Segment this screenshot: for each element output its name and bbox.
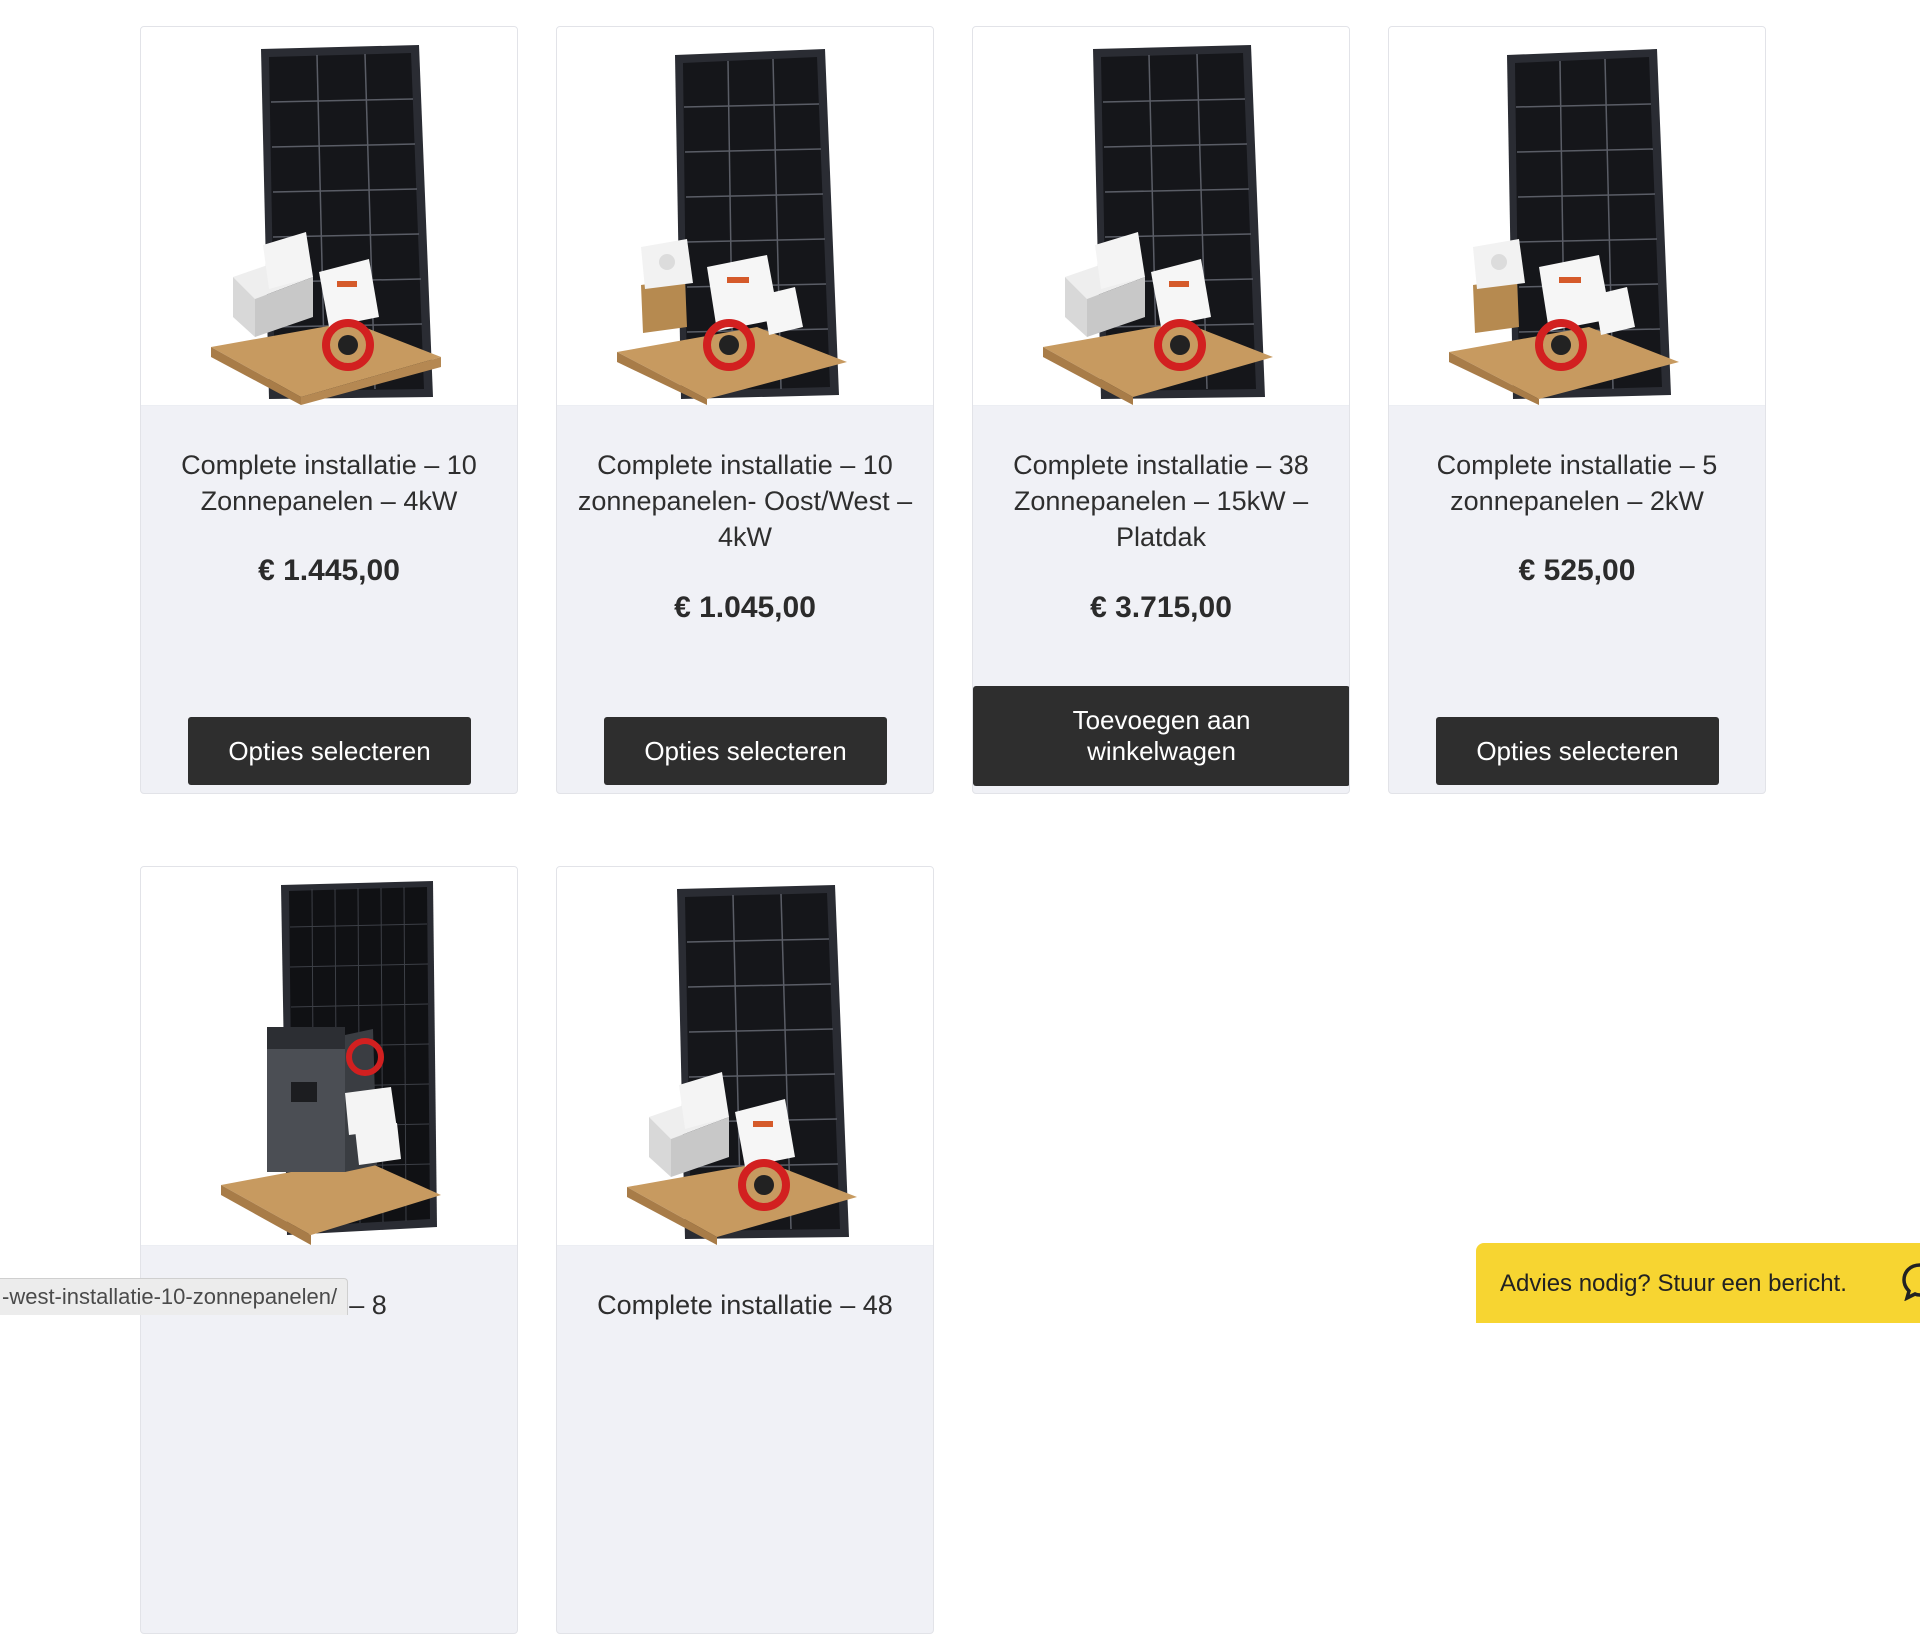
- select-options-button[interactable]: Opties selecteren: [604, 717, 887, 785]
- solar-kit-image: [627, 885, 857, 1245]
- add-to-cart-button[interactable]: Toevoegen aan winkelwagen: [973, 686, 1349, 786]
- product-image[interactable]: [141, 867, 517, 1246]
- product-image[interactable]: [141, 27, 517, 406]
- product-card[interactable]: Complete installatie – 10 Zonnepanelen –…: [140, 26, 518, 794]
- product-card[interactable]: allatie – 8: [140, 866, 518, 1634]
- solar-kit-image: [211, 45, 441, 405]
- select-options-button[interactable]: Opties selecteren: [1436, 717, 1719, 785]
- solar-battery-kit-image: [221, 881, 441, 1245]
- product-price: € 1.445,00: [258, 554, 400, 587]
- product-title[interactable]: Complete installatie – 10 zonnepanelen- …: [563, 447, 927, 555]
- product-image[interactable]: [557, 867, 933, 1246]
- chat-bubble-icon[interactable]: [1900, 1261, 1920, 1301]
- product-card[interactable]: Complete installatie – 5 zonnepanelen – …: [1388, 26, 1766, 794]
- product-image[interactable]: [557, 27, 933, 406]
- solar-kit-image: [617, 49, 847, 405]
- product-card[interactable]: Complete installatie – 10 zonnepanelen- …: [556, 26, 934, 794]
- solar-kit-image: [1449, 49, 1679, 405]
- product-title[interactable]: Complete installatie – 48: [563, 1287, 927, 1323]
- product-price: € 525,00: [1518, 554, 1636, 587]
- product-image[interactable]: [1389, 27, 1765, 406]
- product-price: € 1.045,00: [674, 591, 816, 624]
- product-price: € 3.715,00: [1090, 591, 1232, 624]
- product-title[interactable]: Complete installatie – 10 Zonnepanelen –…: [147, 447, 511, 519]
- chat-widget[interactable]: Advies nodig? Stuur een bericht.: [1476, 1243, 1920, 1323]
- select-options-button[interactable]: Opties selecteren: [188, 717, 471, 785]
- product-title[interactable]: Complete installatie – 5 zonnepanelen – …: [1395, 447, 1759, 519]
- chat-widget-label[interactable]: Advies nodig? Stuur een bericht.: [1500, 1267, 1847, 1301]
- product-card[interactable]: Complete installatie – 48: [556, 866, 934, 1634]
- product-image[interactable]: [973, 27, 1349, 406]
- solar-kit-image: [1043, 45, 1273, 405]
- product-title[interactable]: Complete installatie – 38 Zonnepanelen –…: [979, 447, 1343, 555]
- add-to-cart-label: Toevoegen aan winkelwagen: [1072, 705, 1251, 766]
- product-card[interactable]: Complete installatie – 38 Zonnepanelen –…: [972, 26, 1350, 794]
- browser-status-bar-url: -west-installatie-10-zonnepanelen/: [0, 1278, 349, 1315]
